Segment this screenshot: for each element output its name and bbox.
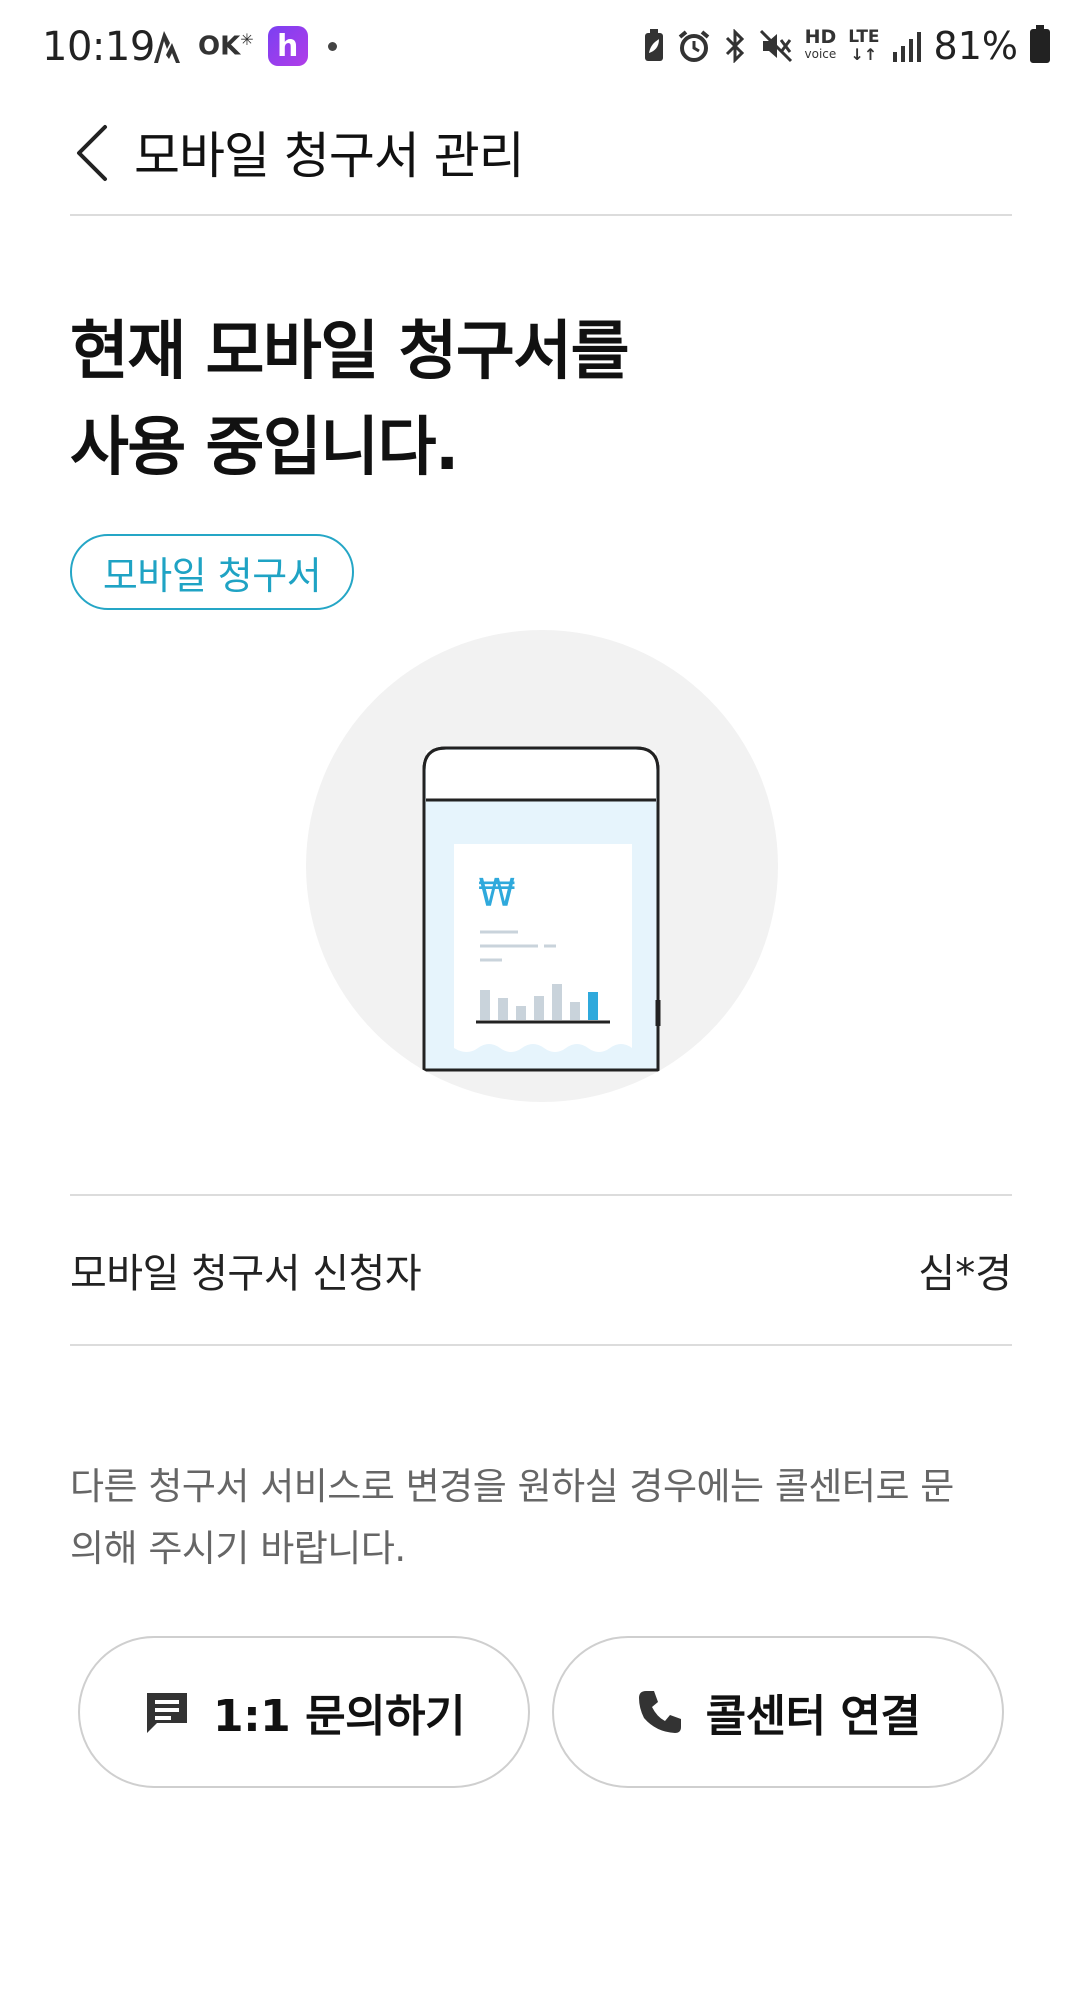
happy-point-label: h: [276, 28, 299, 64]
battery-percent: 81%: [933, 24, 1018, 68]
bluetooth-icon: [723, 29, 747, 63]
mobile-bill-chip: 모바일 청구서: [70, 534, 354, 610]
battery-icon: [1030, 25, 1050, 63]
callcenter-button-label: 콜센터 연결: [705, 1691, 921, 1742]
callcenter-button[interactable]: 콜센터 연결: [552, 1636, 1004, 1788]
alarm-icon: [677, 29, 711, 63]
mute-icon: [759, 29, 793, 63]
illustration-bar-highlight: [588, 992, 598, 1020]
status-left-icons: OK✳ h: [150, 24, 337, 68]
inquiry-button-label: 1:1 문의하기: [212, 1691, 466, 1742]
applicant-name: 심*경: [918, 1251, 1012, 1297]
hd-label: HD: [804, 26, 837, 48]
status-right-icons: HD voice LTE ↓↑ 81%: [643, 22, 1050, 70]
illustration-bar: [516, 1006, 526, 1020]
status-headline: 현재 모바일 청구서를 사용 중입니다.: [70, 304, 970, 496]
illustration-bar: [498, 998, 508, 1020]
strava-icon: [150, 25, 184, 67]
mobile-bill-illustration: ₩: [306, 630, 778, 1102]
applicant-row: 모바일 청구서 신청자 심*경: [70, 1196, 1012, 1344]
status-bar: 10:19 OK✳ h HD voice LTE ↓↑ 81%: [0, 0, 1076, 92]
back-button[interactable]: [66, 120, 116, 186]
lte-icon: LTE ↓↑: [848, 27, 880, 64]
signal-icon: [892, 30, 922, 62]
illustration-bar: [552, 984, 562, 1020]
page-title: 모바일 청구서 관리: [134, 127, 525, 185]
notice-line-2: 의해 주시기 바랍니다.: [70, 1527, 406, 1570]
headline-line-2: 사용 중입니다.: [70, 411, 459, 485]
won-symbol-icon: ₩: [478, 871, 516, 915]
section-divider-bottom: [70, 1344, 1012, 1346]
notice-line-1: 다른 청구서 서비스로 변경을 원하실 경우에는 콜센터로 문: [70, 1465, 954, 1508]
chat-icon: [143, 1689, 191, 1735]
okcashbag-label: OK: [198, 31, 241, 62]
okcashbag-icon: OK✳: [198, 30, 254, 62]
happy-point-icon: h: [267, 26, 308, 66]
applicant-label: 모바일 청구서 신청자: [70, 1251, 422, 1297]
voice-label: voice: [804, 47, 837, 61]
lte-label: LTE: [848, 27, 880, 47]
phone-icon: [636, 1688, 684, 1736]
inquiry-button[interactable]: 1:1 문의하기: [78, 1636, 530, 1788]
illustration-bar: [534, 996, 544, 1020]
hd-voice-icon: HD voice: [804, 26, 837, 63]
notification-dot-icon: [327, 41, 337, 51]
change-service-notice: 다른 청구서 서비스로 변경을 원하실 경우에는 콜센터로 문 의해 주시기 바…: [70, 1456, 1020, 1580]
app-header: 모바일 청구서 관리: [0, 92, 1076, 216]
status-time: 10:19: [42, 24, 155, 70]
illustration-bar: [570, 1002, 580, 1020]
header-divider: [70, 214, 1012, 216]
battery-saver-icon: [643, 29, 665, 63]
illustration-bar: [480, 990, 490, 1020]
headline-line-1: 현재 모바일 청구서를: [70, 315, 629, 389]
chevron-left-icon: [77, 125, 107, 181]
